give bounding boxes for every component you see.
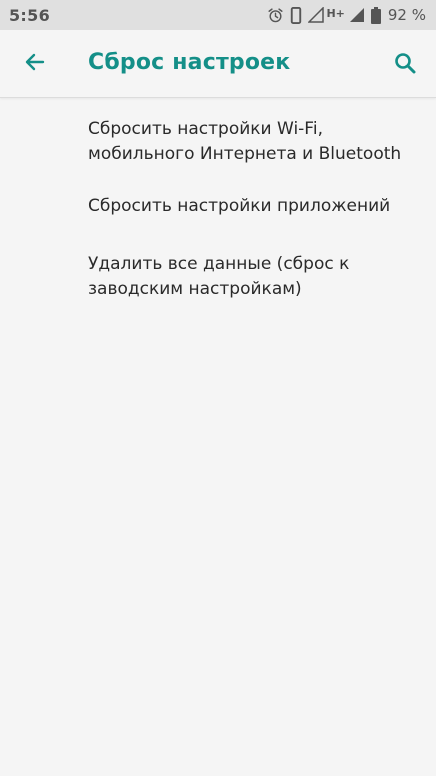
list-item-label: Сбросить настройки приложений (88, 196, 391, 216)
signal-empty-icon (308, 7, 325, 23)
app-bar: Сброс настроек (0, 30, 436, 98)
list-item-label: Удалить все данные (сброс к заводским на… (88, 254, 350, 299)
back-button[interactable] (15, 48, 55, 80)
status-icons: H+ 92 % (267, 6, 426, 24)
reset-options-list: Сбросить настройки Wi-Fi, мобильного Инт… (0, 99, 436, 323)
vibrate-icon (290, 6, 302, 24)
search-icon (393, 51, 417, 79)
list-item-label: Сбросить настройки Wi-Fi, мобильного Инт… (88, 119, 402, 164)
back-arrow-icon (23, 50, 47, 78)
reset-app-preferences-item[interactable]: Сбросить настройки приложений (0, 187, 436, 243)
alarm-icon (267, 7, 284, 24)
signal-icon (349, 7, 365, 23)
search-button[interactable] (388, 48, 422, 82)
reset-network-settings-item[interactable]: Сбросить настройки Wi-Fi, мобильного Инт… (0, 99, 436, 187)
factory-reset-item[interactable]: Удалить все данные (сброс к заводским на… (0, 243, 436, 323)
status-bar: 5:56 H+ 92 % (0, 0, 436, 30)
status-time: 5:56 (9, 5, 50, 25)
battery-icon (370, 6, 381, 24)
network-type: H+ (326, 6, 345, 20)
battery-percent: 92 % (387, 6, 426, 24)
page-title: Сброс настроек (88, 50, 291, 75)
